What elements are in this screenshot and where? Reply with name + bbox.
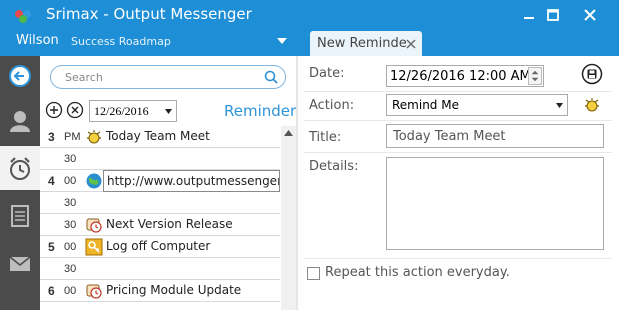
time-slot[interactable]: 4 00 http://www.outputmessenger.co: [40, 170, 280, 192]
add-reminder-button[interactable]: [45, 101, 63, 119]
user-status[interactable]: Success Roadmap: [71, 35, 171, 48]
back-arrow-icon: [9, 65, 31, 87]
reminder-url: http://www.outputmessenger.co: [107, 174, 280, 188]
reminder-title: Log off Computer: [106, 239, 211, 253]
slot-minute: 30: [64, 153, 77, 165]
close-window-button[interactable]: [581, 6, 599, 24]
search-box: [50, 65, 286, 89]
details-textarea[interactable]: [386, 157, 604, 250]
message-clock-icon: [86, 284, 102, 299]
nav-contacts[interactable]: [0, 100, 40, 144]
message-clock-icon: [86, 218, 102, 233]
date-label: Date:: [309, 66, 345, 81]
time-slot[interactable]: 30: [40, 148, 280, 170]
title-label: Title:: [309, 130, 342, 145]
slot-minute: PM: [64, 131, 81, 143]
chevron-down-icon: [165, 109, 172, 114]
reminder-title: Pricing Module Update: [106, 283, 242, 297]
details-label: Details:: [309, 159, 359, 174]
contacts-icon: [10, 111, 30, 132]
action-label: Action:: [309, 98, 355, 113]
time-slot[interactable]: 30: [40, 192, 280, 214]
slot-minute: 30: [64, 219, 77, 231]
date-picker-value: 12/26/2016: [94, 104, 149, 118]
separator: [304, 258, 612, 259]
search-input[interactable]: [65, 70, 245, 85]
reminder-title: Today Team Meet: [106, 129, 210, 143]
action-dropdown[interactable]: Remind Me: [386, 94, 568, 116]
action-value: Remind Me: [392, 98, 459, 112]
nav-notes[interactable]: [0, 194, 40, 238]
minimize-button[interactable]: [520, 6, 538, 24]
slot-hour: 5: [48, 240, 55, 254]
app-logo-icon: [15, 10, 31, 23]
delete-reminder-button[interactable]: [66, 101, 84, 119]
back-button[interactable]: [0, 56, 40, 100]
time-slot[interactable]: 5 00 Log off Computer: [40, 236, 280, 258]
title-bar: Srimax - Output Messenger Wilson Success…: [0, 0, 619, 56]
scroll-up-icon[interactable]: [284, 130, 293, 136]
user-name[interactable]: Wilson: [16, 33, 59, 48]
save-icon[interactable]: [581, 63, 603, 85]
tab-new-reminder[interactable]: New Reminde: [310, 31, 422, 56]
schedule-scrollbar[interactable]: [281, 126, 296, 310]
chevron-down-icon[interactable]: [277, 38, 287, 44]
repeat-label[interactable]: Repeat this action everyday.: [325, 265, 510, 280]
time-slot[interactable]: 3 PM Today Team Meet: [40, 126, 280, 148]
time-slot[interactable]: 6 00 Pricing Module Update: [40, 280, 280, 302]
notes-icon: [11, 205, 29, 227]
nav-mail[interactable]: [0, 242, 40, 286]
panel-heading: Reminder: [224, 102, 297, 120]
slot-hour: 4: [48, 174, 55, 188]
chevron-down-icon: [556, 103, 563, 108]
search-icon[interactable]: [264, 70, 278, 84]
maximize-button[interactable]: [544, 6, 562, 24]
slot-minute: 00: [64, 285, 77, 297]
alarm-icon: [585, 98, 599, 112]
slot-hour: 6: [48, 284, 55, 298]
close-icon[interactable]: [406, 39, 416, 49]
key-icon: [85, 238, 103, 256]
reminder-editor: Date: 12/26/2016 12:00 AM Action: Remind…: [298, 56, 619, 310]
window-title: Srimax - Output Messenger: [46, 5, 252, 23]
reminder-url-field[interactable]: http://www.outputmessenger.co: [103, 170, 280, 192]
slot-minute: 00: [64, 175, 77, 187]
time-slot[interactable]: 30: [40, 258, 280, 280]
alarm-icon: [87, 130, 101, 144]
tab-label: New Reminde: [317, 36, 407, 51]
separator: [304, 152, 612, 153]
time-slot[interactable]: 30 Next Version Release: [40, 214, 280, 236]
spinner-icon[interactable]: [528, 67, 542, 85]
nav-reminder[interactable]: [0, 146, 40, 190]
slot-hour: 3: [48, 130, 55, 144]
slot-minute: 30: [64, 263, 77, 275]
date-picker[interactable]: 12/26/2016: [89, 100, 177, 122]
slot-minute: 30: [64, 197, 77, 209]
globe-icon: [86, 173, 102, 189]
schedule-list: 3 PM Today Team Meet 30 4 00 http://www.…: [40, 126, 280, 310]
left-nav: [0, 56, 40, 310]
separator: [304, 91, 612, 92]
reminder-list-panel: 12/26/2016 Reminder 3 PM Today Team Meet…: [40, 56, 296, 310]
alarm-clock-icon: [10, 157, 30, 180]
separator: [304, 120, 612, 121]
datetime-field[interactable]: 12/26/2016 12:00 AM: [386, 65, 544, 87]
reminder-title: Next Version Release: [106, 217, 233, 231]
title-input[interactable]: [386, 124, 604, 148]
repeat-checkbox[interactable]: [307, 267, 320, 280]
mail-icon: [9, 256, 31, 271]
slot-minute: 00: [64, 241, 77, 253]
datetime-value: 12/26/2016 12:00 AM: [390, 69, 531, 84]
